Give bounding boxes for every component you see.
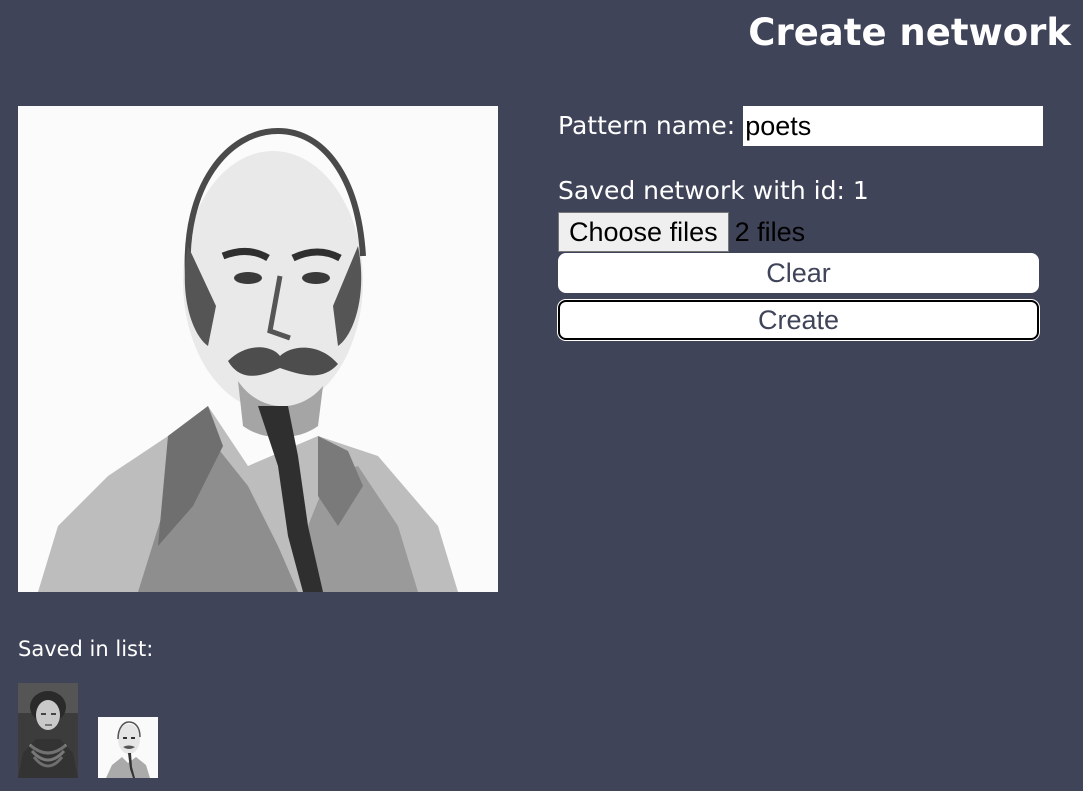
saved-item-thumbnail[interactable] [18, 683, 78, 778]
pattern-name-label: Pattern name: [558, 111, 736, 140]
network-form: Pattern name: Saved network with id: 1 C… [558, 106, 1044, 340]
file-picker: Choose files 2 files [558, 212, 1039, 252]
portrait-man-thumbnail-icon [98, 717, 158, 778]
page-title: Create network [748, 11, 1071, 54]
portrait-woman-thumbnail-icon [18, 683, 78, 778]
portrait-sketch-icon [18, 106, 498, 592]
saved-item-thumbnail[interactable] [98, 717, 158, 778]
pattern-name-input[interactable] [743, 106, 1044, 146]
choose-files-button[interactable]: Choose files [558, 212, 729, 252]
page: Create network Pattern name: poets Saved… [0, 0, 1083, 791]
clear-button[interactable]: Clear [558, 253, 1039, 293]
create-button[interactable]: Create [558, 300, 1039, 340]
status-message: Saved network with id: 1 [558, 176, 869, 205]
pattern-preview-image [18, 106, 498, 592]
saved-list-label: Saved in list: [18, 637, 154, 661]
file-count-text: 2 files [734, 216, 806, 247]
pattern-name-row: Pattern name: [558, 106, 1044, 146]
